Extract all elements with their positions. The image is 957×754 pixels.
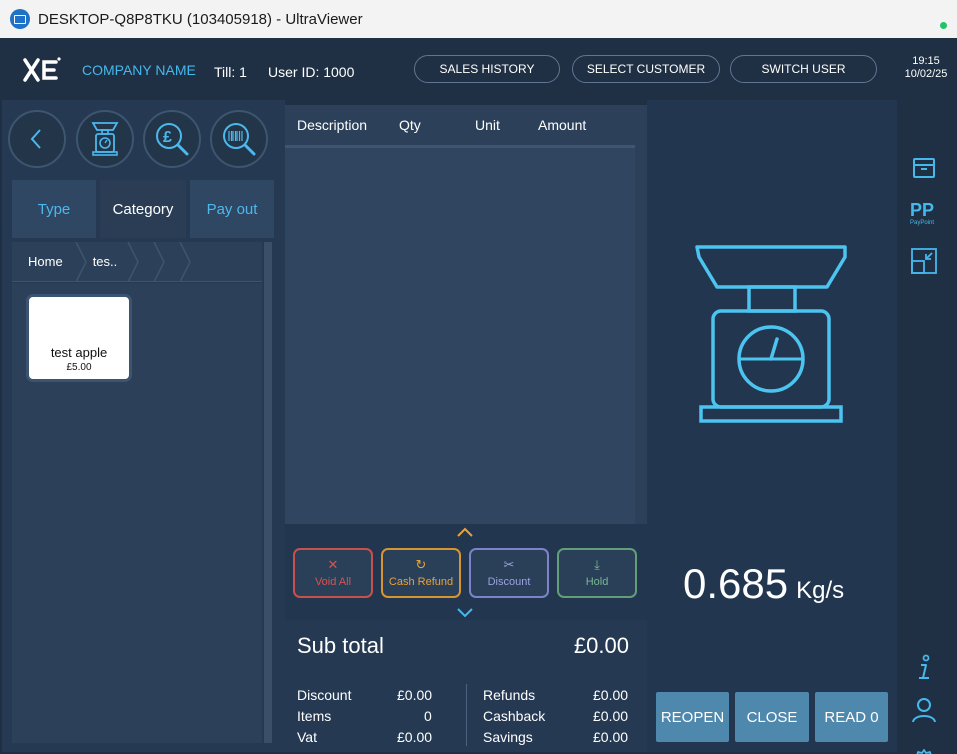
weight-unit: Kg/s bbox=[796, 577, 845, 604]
product-tile[interactable]: test apple £5.00 bbox=[26, 294, 132, 382]
weight-display: 0.685 Kg/s bbox=[683, 560, 844, 608]
close-icon: ✕ bbox=[327, 557, 339, 572]
large-scale-icon bbox=[695, 245, 847, 423]
left-panel: £ Type Category Pay out Home tes.. test … bbox=[2, 100, 285, 752]
breadcrumb: Home tes.. bbox=[12, 242, 262, 282]
cash-refund-label: Cash Refund bbox=[388, 576, 454, 588]
tab-category[interactable]: Category bbox=[100, 180, 186, 238]
order-items-list[interactable] bbox=[285, 148, 635, 524]
refund-icon: ↻ bbox=[415, 557, 427, 572]
product-price: £5.00 bbox=[66, 362, 92, 373]
header: COMPANY NAME Till: 1 User ID: 1000 SALES… bbox=[2, 38, 897, 100]
tab-type[interactable]: Type bbox=[12, 180, 96, 238]
resize-icon bbox=[911, 248, 937, 274]
cashback-label: Cashback bbox=[483, 708, 546, 724]
info-button[interactable] bbox=[909, 653, 939, 683]
product-grid: test apple £5.00 bbox=[12, 283, 262, 743]
switch-user-button[interactable]: SWITCH USER bbox=[730, 55, 877, 83]
tab-pay-out[interactable]: Pay out bbox=[190, 180, 274, 238]
window-title: DESKTOP-Q8P8TKU (103405918) - UltraViewe… bbox=[38, 10, 363, 28]
vat-value: £0.00 bbox=[397, 729, 433, 745]
clock: 19:15 10/02/25 bbox=[897, 38, 955, 100]
ultraviewer-app-icon bbox=[10, 9, 30, 29]
paypoint-icon: PP PayPoint bbox=[910, 200, 934, 226]
items-value: 0 bbox=[424, 708, 432, 724]
refunds-value: £0.00 bbox=[593, 687, 629, 703]
scrollbar[interactable] bbox=[264, 242, 272, 743]
discount-label: Discount bbox=[297, 687, 352, 703]
settings-icon bbox=[916, 749, 932, 754]
scale-panel: 0.685 Kg/s REOPEN CLOSE READ 0 bbox=[647, 100, 897, 752]
savings-label: Savings bbox=[483, 729, 533, 745]
xe-logo bbox=[22, 56, 62, 82]
discount-value: £0.00 bbox=[397, 687, 433, 703]
chevron-down-icon[interactable] bbox=[457, 608, 473, 618]
weight-value: 0.685 bbox=[683, 560, 789, 607]
subtotal-value: £0.00 bbox=[573, 633, 629, 658]
vat-label: Vat bbox=[297, 729, 317, 745]
column-amount: Amount bbox=[538, 117, 587, 133]
reopen-button[interactable]: REOPEN bbox=[656, 692, 729, 742]
right-sidebar: PP PayPoint bbox=[897, 100, 955, 754]
savings-value: £0.00 bbox=[593, 729, 629, 745]
scissors-icon: ✂ bbox=[503, 557, 515, 572]
items-label: Items bbox=[297, 708, 332, 724]
till-number: Till: 1 bbox=[214, 64, 247, 80]
drawer-icon bbox=[913, 158, 935, 178]
breadcrumb-separators bbox=[75, 242, 191, 282]
cashback-value: £0.00 bbox=[593, 708, 629, 724]
price-lookup-icon: £ bbox=[156, 123, 189, 156]
back-icon bbox=[30, 129, 41, 149]
status-dot bbox=[940, 22, 947, 29]
clock-date: 10/02/25 bbox=[904, 68, 948, 80]
discount-button[interactable]: ✂ Discount bbox=[469, 548, 549, 598]
column-description: Description bbox=[297, 117, 368, 133]
scale-icon bbox=[91, 122, 119, 156]
sales-history-button[interactable]: SALES HISTORY bbox=[414, 55, 560, 83]
action-bar: ✕ Void All ↻ Cash Refund ✂ Discount ⤓ Ho… bbox=[285, 524, 647, 620]
void-all-label: Void All bbox=[314, 576, 352, 588]
column-qty: Qty bbox=[399, 117, 421, 133]
user-id: User ID: 1000 bbox=[268, 64, 355, 80]
user-button[interactable] bbox=[909, 695, 939, 725]
column-unit: Unit bbox=[475, 117, 500, 133]
order-panel: Description Qty Unit Amount ✕ Void All ↻… bbox=[285, 105, 647, 752]
select-customer-button[interactable]: SELECT CUSTOMER bbox=[572, 55, 720, 83]
back-button[interactable] bbox=[8, 110, 66, 168]
info-icon bbox=[919, 654, 930, 679]
window-title-bar: DESKTOP-Q8P8TKU (103405918) - UltraViewe… bbox=[0, 0, 957, 38]
company-name: COMPANY NAME bbox=[82, 62, 196, 78]
cash-drawer-button[interactable] bbox=[909, 153, 939, 183]
chevron-up-icon[interactable] bbox=[457, 527, 473, 537]
settings-button[interactable] bbox=[909, 746, 939, 754]
product-name: test apple bbox=[50, 345, 108, 360]
barcode-search-button[interactable] bbox=[210, 110, 268, 168]
refunds-label: Refunds bbox=[483, 687, 536, 703]
totals-panel: Sub total £0.00 Discount £0.00 Items 0 V… bbox=[285, 620, 647, 752]
svg-text:£: £ bbox=[163, 129, 172, 146]
void-all-button[interactable]: ✕ Void All bbox=[293, 548, 373, 598]
resize-button[interactable] bbox=[909, 246, 939, 276]
cash-refund-button[interactable]: ↻ Cash Refund bbox=[381, 548, 461, 598]
hold-label: Hold bbox=[585, 576, 609, 588]
hold-icon: ⤓ bbox=[594, 557, 600, 572]
close-button[interactable]: CLOSE bbox=[735, 692, 809, 742]
totals-divider bbox=[466, 684, 467, 746]
subtotal-label: Sub total bbox=[297, 633, 384, 658]
clock-time: 19:15 bbox=[912, 55, 940, 67]
paypoint-button[interactable]: PP PayPoint bbox=[909, 197, 939, 227]
discount-label: Discount bbox=[487, 576, 531, 588]
price-lookup-button[interactable]: £ bbox=[143, 110, 201, 168]
hold-button[interactable]: ⤓ Hold bbox=[557, 548, 637, 598]
barcode-search-icon bbox=[223, 123, 256, 156]
read-button[interactable]: READ 0 bbox=[815, 692, 888, 742]
svg-text:PP: PP bbox=[910, 200, 934, 220]
scale-button[interactable] bbox=[76, 110, 134, 168]
pos-app: COMPANY NAME Till: 1 User ID: 1000 SALES… bbox=[2, 38, 955, 754]
paypoint-label: PayPoint bbox=[910, 220, 934, 226]
user-icon bbox=[912, 698, 936, 723]
